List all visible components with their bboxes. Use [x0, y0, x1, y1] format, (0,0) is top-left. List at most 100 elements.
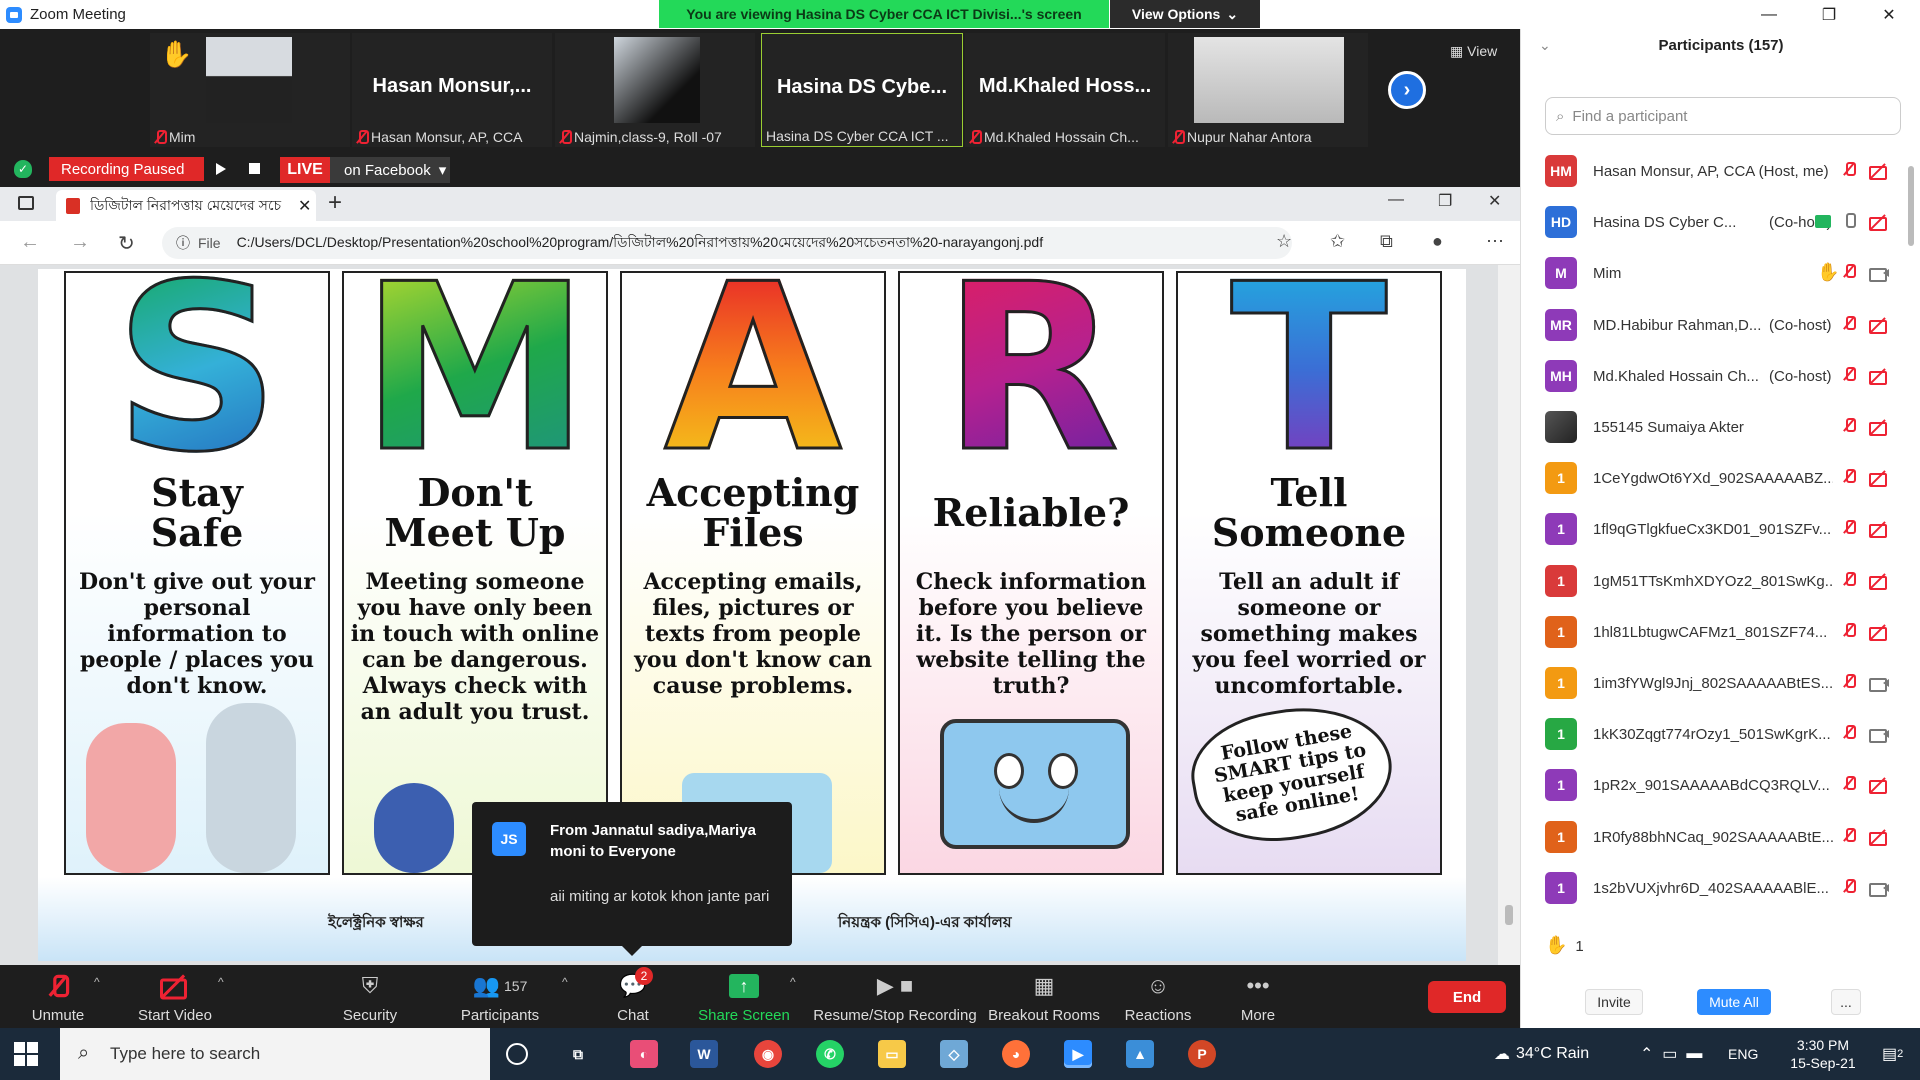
start-button[interactable]: [14, 1042, 38, 1066]
mic-muted-icon[interactable]: [1843, 878, 1856, 898]
profile-icon[interactable]: ●: [1432, 231, 1443, 252]
participant-row[interactable]: HM Hasan Monsur, AP, CCA (Host, me): [1521, 146, 1906, 197]
camera-on-icon[interactable]: [1869, 727, 1889, 744]
mic-muted-icon[interactable]: [1843, 827, 1856, 847]
participant-row[interactable]: 1 1fl9qGTlgkfueCx3KD01_901SZFv...: [1521, 504, 1906, 555]
word-app-icon[interactable]: W: [690, 1040, 718, 1068]
mic-muted-icon[interactable]: [1843, 469, 1856, 488]
video-tile-hasina[interactable]: Hasina DS Cybe... Hasina DS Cyber CCA IC…: [761, 33, 963, 147]
start-video-button[interactable]: Start Video ^: [130, 971, 224, 1024]
tab-close-icon[interactable]: ✕: [298, 196, 311, 216]
more-button[interactable]: ••• More: [1226, 971, 1290, 1024]
video-tile-hasan-monsur[interactable]: Hasan Monsur,... Hasan Monsur, AP, CCA: [352, 33, 552, 147]
browser-minimize-icon[interactable]: —: [1388, 191, 1404, 209]
participant-row[interactable]: MH Md.Khaled Hossain Ch... (Co-host): [1521, 351, 1906, 402]
chrome-app-icon[interactable]: ◉: [754, 1040, 782, 1068]
camera-off-icon[interactable]: [1869, 830, 1889, 846]
participant-row[interactable]: 1 1im3fYWgl9Jnj_802SAAAAABtES...: [1521, 658, 1906, 709]
security-button[interactable]: ⛨ Security: [330, 971, 410, 1024]
cortana-icon[interactable]: [506, 1043, 528, 1065]
mic-on-icon[interactable]: [1843, 213, 1856, 234]
photos-app-icon[interactable]: ▲: [1126, 1040, 1154, 1068]
live-destination-dropdown[interactable]: on Facebook ▾: [330, 157, 450, 183]
close-button[interactable]: ✕: [1860, 0, 1918, 29]
camera-off-icon[interactable]: [1869, 778, 1889, 795]
file-explorer-icon[interactable]: ▭: [878, 1040, 906, 1068]
breakout-rooms-button[interactable]: ▦ Breakout Rooms: [984, 971, 1104, 1024]
firefox-app-icon[interactable]: ◕: [1002, 1040, 1030, 1068]
camera-off-icon[interactable]: [1869, 369, 1889, 385]
pdf-scrollbar[interactable]: [1498, 265, 1520, 965]
new-tab-button[interactable]: +: [328, 189, 342, 217]
video-options-caret[interactable]: ^: [218, 975, 224, 989]
camera-off-icon[interactable]: [1869, 420, 1889, 436]
mic-muted-icon[interactable]: [1843, 622, 1856, 642]
camera-off-icon[interactable]: [1869, 215, 1889, 232]
unmute-button[interactable]: Unmute ^: [20, 971, 100, 1024]
taskbar-clock[interactable]: 3:30 PM 15-Sep-21: [1768, 1036, 1878, 1072]
mic-muted-icon[interactable]: [1843, 162, 1856, 181]
participant-row[interactable]: HD Hasina DS Cyber C... (Co-host): [1521, 197, 1906, 248]
share-screen-button[interactable]: ↑ Share Screen ^: [694, 971, 796, 1024]
mic-muted-icon[interactable]: [1843, 366, 1856, 386]
participant-row[interactable]: 1 1pR2x_901SAAAAABdCQ3RQLV...: [1521, 760, 1906, 811]
collections-icon[interactable]: ⧉: [1380, 231, 1393, 252]
url-field[interactable]: ⓘ File C:/Users/DCL/Desktop/Presentation…: [162, 227, 1292, 259]
tab-actions-icon[interactable]: [18, 196, 34, 210]
participant-row[interactable]: 1 1s2bVUXjvhr6D_402SAAAAABlE...: [1521, 863, 1906, 914]
video-tile-najmin[interactable]: Najmin,class-9, Roll -07: [555, 33, 755, 147]
end-meeting-button[interactable]: End: [1428, 981, 1506, 1013]
video-tile-mim[interactable]: ✋ Mim: [150, 33, 350, 147]
scroll-thumb[interactable]: [1908, 166, 1914, 246]
mic-muted-icon[interactable]: [1843, 418, 1856, 437]
camera-off-icon[interactable]: [1869, 164, 1889, 180]
camera-on-icon[interactable]: [1869, 266, 1889, 283]
resume-recording-icon[interactable]: [216, 163, 226, 175]
mic-muted-icon[interactable]: [1843, 674, 1856, 693]
app-icon-blue[interactable]: ◇: [940, 1040, 968, 1068]
minimize-button[interactable]: —: [1740, 0, 1798, 29]
reactions-button[interactable]: ☺ Reactions: [1118, 971, 1198, 1024]
language-indicator[interactable]: ENG: [1728, 1028, 1758, 1080]
forward-icon[interactable]: →: [70, 231, 90, 254]
camera-off-icon[interactable]: [1869, 318, 1889, 334]
powerpoint-app-icon[interactable]: P: [1188, 1040, 1216, 1068]
share-options-caret[interactable]: ^: [790, 975, 796, 989]
participant-row[interactable]: 1 1CeYgdwOt6YXd_902SAAAAABZ...: [1521, 453, 1906, 504]
favorite-star-icon[interactable]: ☆: [1276, 231, 1292, 252]
participant-row[interactable]: 1 1R0fy88bhNCaq_902SAAAAABtE...: [1521, 812, 1906, 863]
notification-center-button[interactable]: ▤ 2: [1882, 1028, 1903, 1080]
video-tile-md-khaled[interactable]: Md.Khaled Hoss... Md.Khaled Hossain Ch..…: [965, 33, 1165, 147]
taskbar-search-box[interactable]: ⌕ Type here to search: [60, 1028, 490, 1080]
whatsapp-app-icon[interactable]: ✆: [816, 1040, 844, 1068]
mic-muted-icon[interactable]: [1843, 520, 1856, 539]
browser-restore-icon[interactable]: ❐: [1438, 191, 1452, 211]
stop-recording-icon[interactable]: [249, 163, 260, 174]
participant-search-input[interactable]: ⌕ Find a participant: [1545, 97, 1901, 135]
participant-row[interactable]: 1 1kK30Zqgt774rOzy1_501SwKgrK...: [1521, 709, 1906, 760]
participant-row[interactable]: MR MD.Habibur Rahman,D... (Co-host): [1521, 300, 1906, 351]
participants-button[interactable]: 👥 157 Participants ^: [450, 971, 568, 1024]
mic-muted-icon[interactable]: [1843, 571, 1856, 591]
participant-row[interactable]: 1 1hl81LbtugwCAFMz1_801SZF74...: [1521, 607, 1906, 658]
participant-row[interactable]: 1 1gM51TTsKmhXDYOz2_801SwKg...: [1521, 556, 1906, 607]
mic-muted-icon[interactable]: [1843, 725, 1856, 744]
chat-button[interactable]: 💬 2 Chat: [603, 967, 663, 1024]
view-button[interactable]: ▦ View: [1450, 43, 1497, 60]
camera-off-icon[interactable]: [1869, 574, 1889, 590]
more-menu-icon[interactable]: ⋯: [1486, 231, 1504, 252]
resume-stop-recording-button[interactable]: ▶ ■ Resume/Stop Recording: [810, 971, 980, 1024]
zoom-taskbar-icon[interactable]: ▶: [1064, 1040, 1092, 1068]
mic-muted-icon[interactable]: [1843, 776, 1856, 795]
camera-off-icon[interactable]: [1869, 471, 1889, 488]
participants-caret[interactable]: ^: [562, 975, 568, 989]
camera-off-icon[interactable]: [1869, 625, 1889, 641]
participant-row[interactable]: M Mim ✋: [1521, 248, 1906, 299]
chat-notification[interactable]: JS From Jannatul sadiya,Mariya moni to E…: [472, 802, 792, 956]
reload-icon[interactable]: ↻: [118, 231, 135, 256]
next-page-button[interactable]: ›: [1388, 71, 1426, 109]
encryption-shield-icon[interactable]: ✓: [14, 160, 32, 178]
task-view-icon[interactable]: ⧉: [564, 1040, 592, 1068]
weather-widget[interactable]: ☁ 34°C Rain: [1494, 1028, 1589, 1080]
mute-all-button[interactable]: Mute All: [1697, 989, 1771, 1015]
